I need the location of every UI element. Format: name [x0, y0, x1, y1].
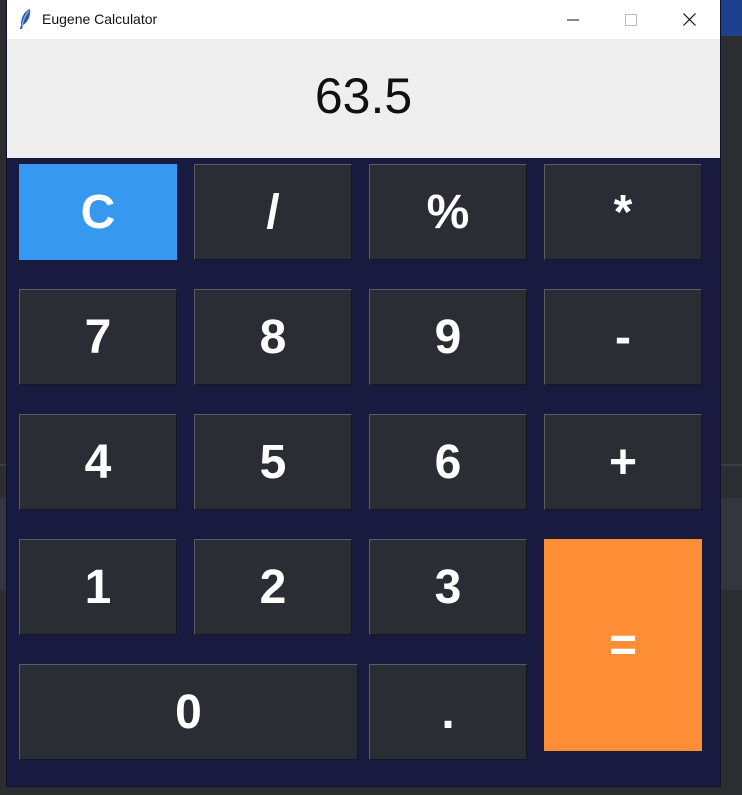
feather-icon — [20, 9, 31, 29]
decimal-button[interactable]: . — [369, 664, 527, 760]
digit-6-button[interactable]: 6 — [369, 414, 527, 510]
digit-0-button[interactable]: 0 — [19, 664, 358, 760]
title-bar[interactable]: Eugene Calculator — [7, 0, 720, 39]
minimize-icon — [567, 19, 579, 20]
plus-button[interactable]: + — [544, 414, 702, 510]
digit-8-button[interactable]: 8 — [194, 289, 352, 385]
digit-4-button[interactable]: 4 — [19, 414, 177, 510]
divide-button[interactable]: / — [194, 164, 352, 260]
digit-2-button[interactable]: 2 — [194, 539, 352, 635]
clear-button[interactable]: C — [19, 164, 177, 260]
close-button[interactable] — [660, 0, 718, 39]
digit-5-button[interactable]: 5 — [194, 414, 352, 510]
minus-button[interactable]: - — [544, 289, 702, 385]
digit-1-button[interactable]: 1 — [19, 539, 177, 635]
multiply-button[interactable]: * — [544, 164, 702, 260]
background-window-edge — [720, 0, 742, 36]
close-icon — [682, 13, 696, 26]
result-display: 63.5 — [7, 39, 720, 158]
equals-button[interactable]: = — [544, 539, 702, 751]
window-title: Eugene Calculator — [42, 11, 158, 27]
maximize-icon — [625, 13, 637, 26]
calculator-window: Eugene Calculator 63.5 C / % * 7 8 9 - 4… — [7, 0, 720, 786]
maximize-button[interactable] — [602, 0, 660, 39]
percent-button[interactable]: % — [369, 164, 527, 260]
display-value: 63.5 — [314, 68, 413, 124]
digit-3-button[interactable]: 3 — [369, 539, 527, 635]
minimize-button[interactable] — [544, 0, 602, 39]
digit-7-button[interactable]: 7 — [19, 289, 177, 385]
digit-9-button[interactable]: 9 — [369, 289, 527, 385]
